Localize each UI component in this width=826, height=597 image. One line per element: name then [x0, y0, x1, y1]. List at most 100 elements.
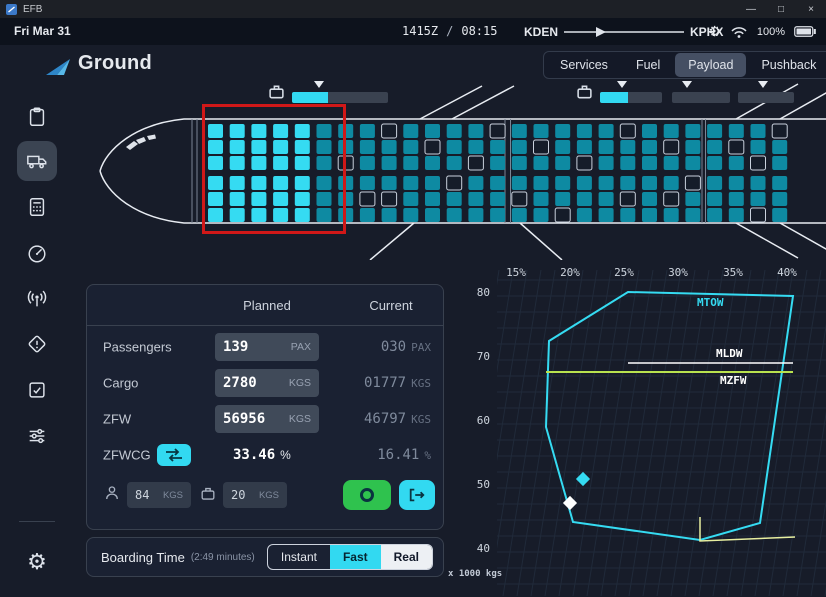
seat[interactable] [599, 140, 614, 154]
seat[interactable] [664, 192, 679, 206]
sidebar-item-atc[interactable] [17, 279, 57, 319]
seat[interactable] [447, 156, 462, 170]
seat[interactable] [577, 192, 592, 206]
seat[interactable] [534, 208, 549, 222]
sidebar-item-settings[interactable]: ⚙ [17, 543, 57, 583]
seat[interactable] [468, 140, 483, 154]
seat[interactable] [642, 156, 657, 170]
seat[interactable] [772, 192, 787, 206]
sidebar-item-dispatch[interactable] [17, 97, 57, 137]
seat[interactable] [490, 192, 505, 206]
boarding-option-real[interactable]: Real [381, 545, 432, 569]
seat[interactable] [599, 208, 614, 222]
seat[interactable] [490, 140, 505, 154]
seat[interactable] [360, 192, 375, 206]
seat[interactable] [447, 140, 462, 154]
seat[interactable] [577, 156, 592, 170]
seat[interactable] [620, 176, 635, 190]
seat[interactable] [685, 140, 700, 154]
seat[interactable] [555, 124, 570, 138]
cargo-load-bar[interactable] [600, 92, 662, 103]
seat[interactable] [425, 140, 440, 154]
seat[interactable] [555, 176, 570, 190]
sidebar-item-ground[interactable] [17, 141, 57, 181]
seat[interactable] [772, 124, 787, 138]
seat[interactable] [685, 192, 700, 206]
deboard-button[interactable] [399, 480, 435, 510]
seat[interactable] [729, 156, 744, 170]
seat[interactable] [382, 208, 397, 222]
maximize-button[interactable]: □ [766, 0, 796, 18]
seat[interactable] [772, 176, 787, 190]
seat[interactable] [729, 124, 744, 138]
seat[interactable] [685, 208, 700, 222]
seat[interactable] [685, 124, 700, 138]
seat[interactable] [751, 124, 766, 138]
seat[interactable] [555, 140, 570, 154]
cargo-target-marker[interactable] [682, 81, 692, 88]
seat[interactable] [534, 176, 549, 190]
seat[interactable] [707, 140, 722, 154]
seat[interactable] [555, 156, 570, 170]
seat[interactable] [360, 208, 375, 222]
seat[interactable] [664, 156, 679, 170]
per-bag-weight-input[interactable]: 20 KGS [223, 482, 287, 508]
seat[interactable] [534, 140, 549, 154]
seat[interactable] [729, 192, 744, 206]
seat[interactable] [534, 192, 549, 206]
seat[interactable] [534, 124, 549, 138]
seat[interactable] [642, 192, 657, 206]
seat[interactable] [403, 176, 418, 190]
seat[interactable] [360, 156, 375, 170]
seat[interactable] [490, 208, 505, 222]
seat[interactable] [664, 124, 679, 138]
seat[interactable] [707, 208, 722, 222]
seat[interactable] [555, 192, 570, 206]
seat[interactable] [447, 176, 462, 190]
seat[interactable] [468, 192, 483, 206]
seat[interactable] [555, 208, 570, 222]
seat[interactable] [403, 192, 418, 206]
seat[interactable] [425, 124, 440, 138]
seat[interactable] [425, 156, 440, 170]
seat[interactable] [468, 156, 483, 170]
seat[interactable] [468, 124, 483, 138]
sidebar-item-checklists[interactable] [17, 370, 57, 410]
boarding-option-fast[interactable]: Fast [330, 545, 381, 569]
cargo-load-bar[interactable] [292, 92, 388, 103]
cargo-target-marker[interactable] [314, 81, 324, 88]
seat[interactable] [512, 124, 527, 138]
seat[interactable] [751, 208, 766, 222]
seat[interactable] [751, 192, 766, 206]
seat[interactable] [707, 176, 722, 190]
seat[interactable] [512, 208, 527, 222]
seat[interactable] [599, 156, 614, 170]
seat[interactable] [685, 176, 700, 190]
seat[interactable] [707, 156, 722, 170]
per-pax-weight-input[interactable]: 84 KGS [127, 482, 191, 508]
seat[interactable] [360, 140, 375, 154]
seat[interactable] [729, 208, 744, 222]
cargo-target-marker[interactable] [758, 81, 768, 88]
sidebar-item-failures[interactable] [17, 324, 57, 364]
seat[interactable] [403, 140, 418, 154]
boarding-option-instant[interactable]: Instant [268, 545, 330, 569]
seat[interactable] [490, 156, 505, 170]
seat[interactable] [512, 176, 527, 190]
seat[interactable] [447, 208, 462, 222]
cargo-target-marker[interactable] [617, 81, 627, 88]
tab-services[interactable]: Services [547, 53, 621, 77]
seat[interactable] [620, 192, 635, 206]
seat[interactable] [360, 124, 375, 138]
seat[interactable] [425, 176, 440, 190]
close-button[interactable]: × [796, 0, 826, 18]
seat[interactable] [512, 156, 527, 170]
seat[interactable] [512, 140, 527, 154]
minimize-button[interactable]: — [736, 0, 766, 18]
cargo-load-bar[interactable] [738, 92, 794, 103]
seat[interactable] [729, 176, 744, 190]
tab-fuel[interactable]: Fuel [623, 53, 673, 77]
seat[interactable] [382, 192, 397, 206]
seat[interactable] [772, 156, 787, 170]
seat[interactable] [599, 176, 614, 190]
